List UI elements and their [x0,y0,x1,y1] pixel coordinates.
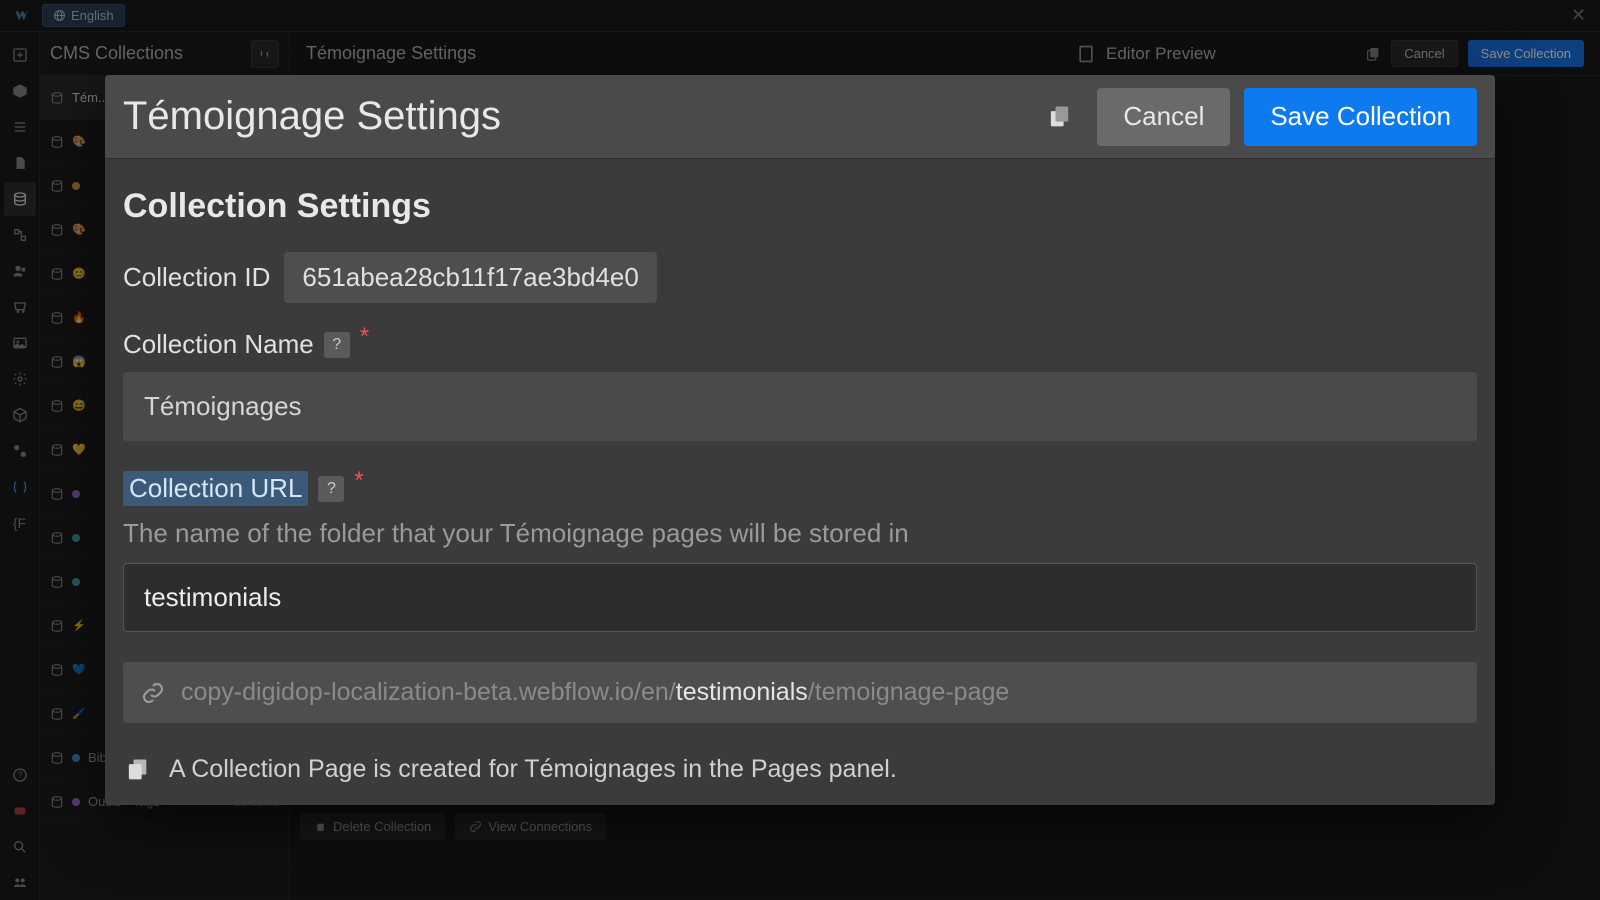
collection-name-label: Collection Name [123,329,314,360]
required-indicator: * [360,323,369,351]
collection-url-input[interactable] [123,563,1477,632]
section-title: Collection Settings [123,187,1477,226]
cancel-button[interactable]: Cancel [1097,88,1230,146]
save-collection-button[interactable]: Save Collection [1244,88,1477,146]
collection-name-label-row: Collection Name ? * [123,329,1477,360]
url-preview: copy-digidop-localization-beta.webflow.i… [123,662,1477,723]
collaborators-icon [123,803,151,806]
info-page-created: A Collection Page is created for Témoign… [123,755,1477,784]
link-icon [141,681,165,705]
required-indicator: * [354,467,363,495]
collection-url-help: The name of the folder that your Témoign… [123,518,1477,549]
collection-name-input[interactable] [123,372,1477,441]
url-preview-text: copy-digidop-localization-beta.webflow.i… [181,678,1009,707]
duplicate-button[interactable] [1035,93,1083,141]
modal-title: Témoignage Settings [123,94,1021,139]
collection-id-value[interactable]: 651abea28cb11f17ae3bd4e0 [284,252,656,303]
help-icon[interactable]: ? [318,476,344,502]
collection-url-label-row: Collection URL ? * [123,471,1477,506]
modal-body: Collection Settings Collection ID 651abe… [105,159,1495,805]
collection-url-label: Collection URL [123,471,308,506]
collection-id-row: Collection ID 651abea28cb11f17ae3bd4e0 [123,252,1477,303]
info-collaborators: Collaborators can create and edit Témoig… [123,802,1477,805]
collection-id-label: Collection ID [123,262,270,293]
duplicate-icon [1045,103,1073,131]
info-text: Collaborators can create and edit Témoig… [169,802,841,805]
pages-icon [123,756,151,784]
settings-modal: Témoignage Settings Cancel Save Collecti… [105,75,1495,805]
info-text: A Collection Page is created for Témoign… [169,755,897,784]
help-icon[interactable]: ? [324,332,350,358]
modal-header: Témoignage Settings Cancel Save Collecti… [105,75,1495,159]
